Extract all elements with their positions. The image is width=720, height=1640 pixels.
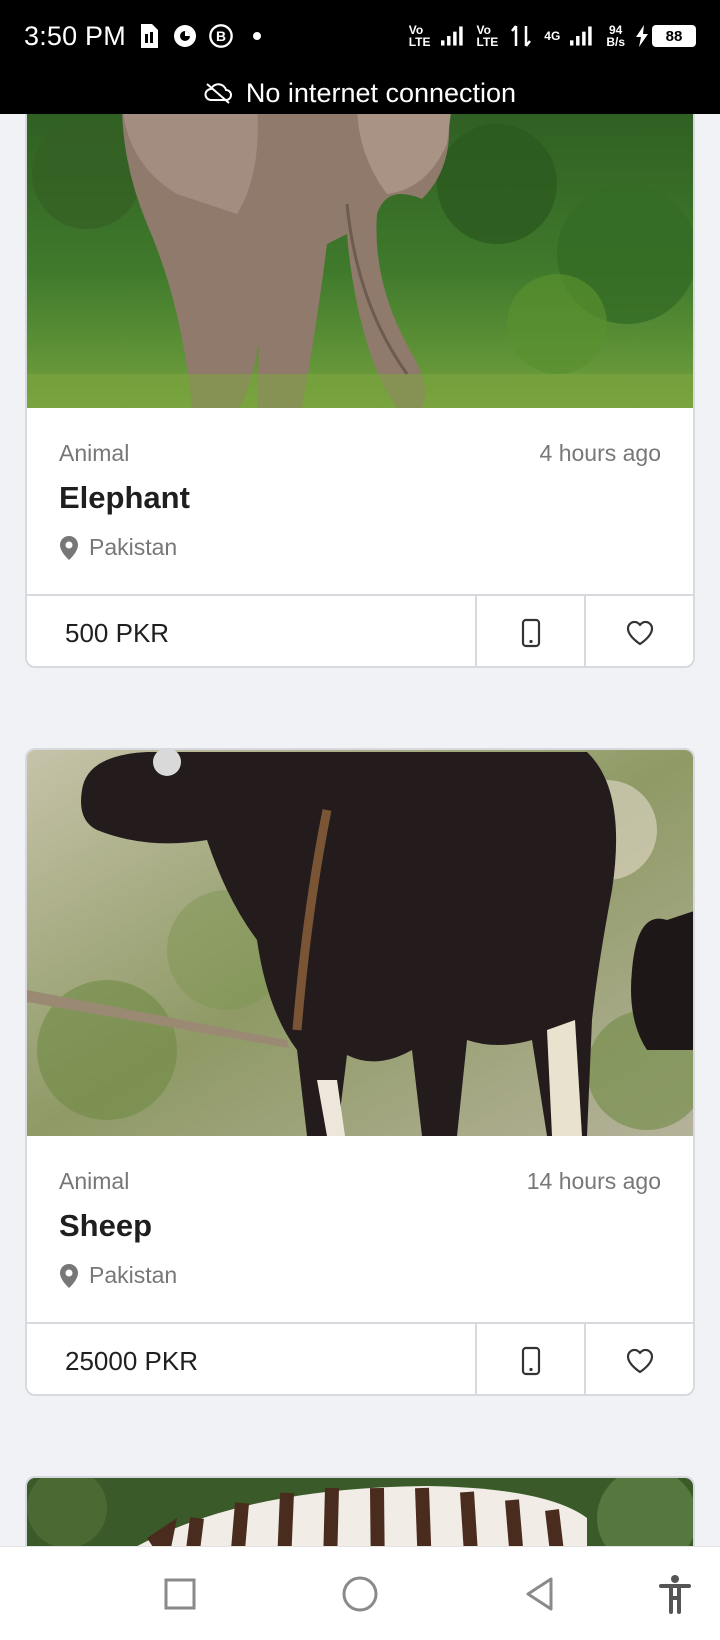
offline-banner: No internet connection: [0, 72, 720, 114]
back-triangle-icon: [526, 1577, 553, 1611]
call-button[interactable]: [475, 596, 584, 666]
location-pin-icon: [60, 535, 78, 560]
volte-label-1: Vo LTE: [408, 23, 431, 49]
system-indicators: Vo LTE Vo LTE 4G 94 B/s 88: [409, 23, 696, 49]
svg-text:B: B: [216, 28, 226, 44]
heart-icon: [626, 620, 653, 646]
network-4g-text: 4G: [544, 29, 561, 43]
recents-button[interactable]: [155, 1569, 205, 1619]
listing-card[interactable]: Animal 14 hours ago Sheep Pakistan 25000…: [25, 748, 695, 1396]
app-notification-icon: [172, 23, 198, 49]
listing-body: Animal 4 hours ago Elephant Pakistan 500…: [27, 408, 693, 666]
accessibility-button[interactable]: [650, 1569, 700, 1619]
sim-card-icon: [136, 23, 162, 49]
back-button[interactable]: [515, 1569, 565, 1619]
phone-icon: [521, 618, 540, 648]
battery-indicator: 88: [635, 25, 696, 47]
listing-category: Animal: [59, 1168, 130, 1194]
listing-title[interactable]: Elephant: [59, 480, 190, 516]
listing-category: Animal: [59, 440, 130, 466]
notification-icons: B: [136, 23, 270, 49]
speed-unit: B/s: [606, 35, 625, 49]
listing-time: 4 hours ago: [539, 440, 661, 466]
charging-bolt-icon: [636, 25, 648, 47]
listing-location: Pakistan: [59, 534, 177, 561]
network-speed: 94 B/s: [606, 24, 625, 48]
listing-photo[interactable]: [27, 1478, 693, 1546]
home-button[interactable]: [335, 1569, 385, 1619]
listing-photo[interactable]: [27, 114, 693, 408]
signal-icon-2: [570, 23, 596, 49]
signal-icon-1: [440, 23, 467, 49]
favorite-button[interactable]: [584, 596, 693, 666]
b-badge-icon: B: [208, 23, 234, 49]
recents-square-icon: [164, 1578, 196, 1610]
listing-footer: 25000 PKR: [27, 1322, 693, 1394]
listing-body: Animal 14 hours ago Sheep Pakistan 25000…: [27, 1136, 693, 1394]
listing-feed[interactable]: Animal 4 hours ago Elephant Pakistan 500…: [0, 114, 720, 1546]
listing-location: Pakistan: [59, 1262, 177, 1289]
location-text: Pakistan: [89, 1262, 178, 1288]
location-text: Pakistan: [89, 534, 178, 560]
listing-photo[interactable]: [27, 750, 693, 1136]
volte-label-2: Vo LTE: [476, 23, 499, 49]
listing-time: 14 hours ago: [526, 1168, 661, 1194]
listing-card[interactable]: [25, 1476, 695, 1546]
status-time: 3:50 PM: [24, 20, 126, 51]
heart-icon: [626, 1348, 653, 1374]
listing-card[interactable]: Animal 4 hours ago Elephant Pakistan 500…: [25, 114, 695, 668]
listing-price: 500 PKR: [65, 617, 170, 648]
data-transfer-icon: [508, 23, 534, 49]
phone-icon: [521, 1346, 540, 1376]
listing-title[interactable]: Sheep: [59, 1208, 152, 1244]
call-button[interactable]: [475, 1324, 584, 1394]
status-bar: 3:50 PM B Vo LTE Vo LTE 4G 94 B/s 88: [0, 0, 720, 72]
more-dot-icon: [244, 23, 270, 49]
cloud-off-icon: [204, 83, 232, 104]
listing-price: 25000 PKR: [65, 1345, 198, 1376]
network-type-label: 4G: [544, 30, 560, 42]
location-pin-icon: [60, 1263, 78, 1288]
offline-text: No internet connection: [245, 77, 517, 108]
battery-level: 88: [652, 25, 696, 47]
system-navigation-bar: [0, 1546, 720, 1640]
listing-footer: 500 PKR: [27, 594, 693, 666]
favorite-button[interactable]: [584, 1324, 693, 1394]
home-circle-icon: [342, 1576, 378, 1612]
accessibility-icon: [659, 1575, 691, 1614]
